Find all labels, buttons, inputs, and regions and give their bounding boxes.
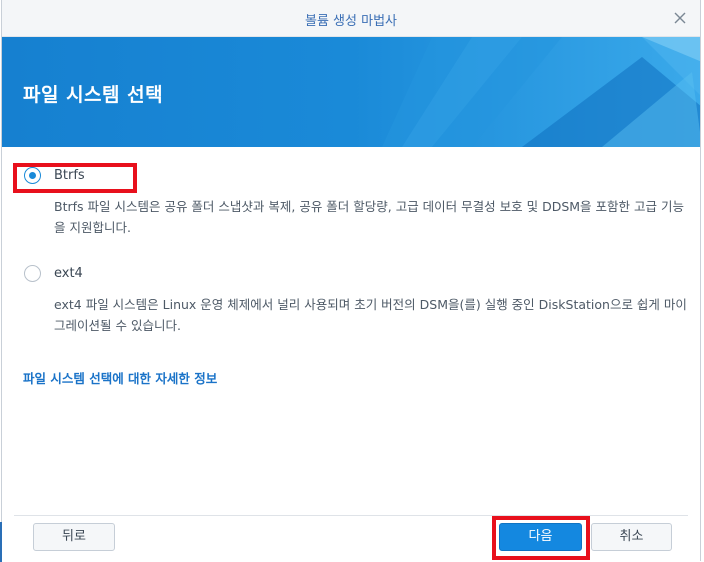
page-title: 파일 시스템 선택: [23, 84, 164, 106]
close-icon[interactable]: [670, 8, 690, 28]
highlight-box-btrfs: [13, 163, 137, 193]
ext4-label: ext4: [54, 266, 83, 281]
volume-wizard-dialog: 볼륨 생성 마법사 파일 시스템 선택 Btrfs Btrfs 파일 시스템은 …: [1, 0, 701, 561]
ext4-description: ext4 파일 시스템은 Linux 운영 체제에서 널리 사용되며 초기 버전…: [54, 297, 687, 333]
btrfs-description: Btrfs 파일 시스템은 공유 폴더 스냅샷과 복제, 공유 폴더 할당량, …: [54, 199, 684, 235]
back-button[interactable]: 뒤로: [33, 523, 115, 551]
ext4-radio[interactable]: [24, 265, 41, 282]
header-banner: 파일 시스템 선택: [2, 37, 700, 147]
background-edge: [0, 522, 2, 562]
dialog-title: 볼륨 생성 마법사: [305, 14, 397, 29]
cancel-button[interactable]: 취소: [591, 523, 672, 551]
next-button[interactable]: 다음: [499, 523, 582, 551]
option-ext4[interactable]: ext4: [24, 265, 114, 285]
file-system-info-link[interactable]: 파일 시스템 선택에 대한 자세한 정보: [23, 368, 217, 387]
title-bar: 볼륨 생성 마법사: [2, 0, 700, 37]
